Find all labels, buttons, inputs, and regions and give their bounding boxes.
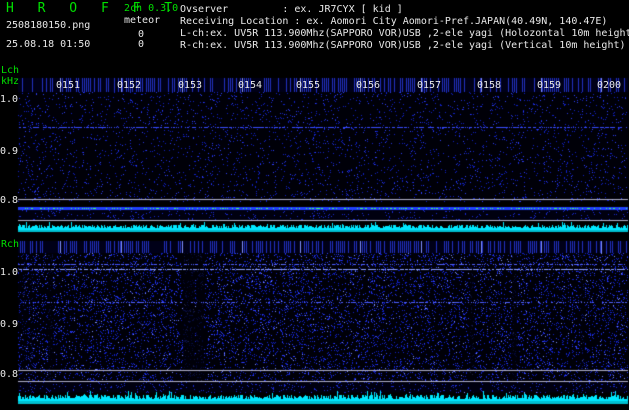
rch-tick-0-8: 0.8 [0, 369, 19, 380]
time-label-0159: 0159 [537, 80, 562, 91]
spectrogram-canvas [0, 0, 629, 410]
observer-line: Ovserver : ex. JR7CYX [ kid ] [180, 4, 403, 15]
lch-tick-1-0: 1.0 [0, 94, 19, 105]
time-label-0200: 0200 [597, 80, 622, 91]
lch-info-line: L-ch:ex. UV5R 113.900Mhz(SAPPORO VOR)USB… [180, 28, 629, 39]
date-time-label: 25.08.18 01:50 [6, 39, 91, 50]
time-label-0158: 0158 [477, 80, 502, 91]
time-label-0153: 0153 [178, 80, 203, 91]
location-line: Receiving Location : ex. Aomori City Aom… [180, 16, 608, 27]
lch-label: Lch [1, 65, 20, 76]
rch-label: Rch [1, 239, 20, 250]
time-label-0152: 0152 [117, 80, 142, 91]
filename-label: 2508180150.png [6, 20, 91, 31]
rch-info-line: R-ch:ex. UV5R 113.900Mhz(SAPPORO VOR)USB… [180, 40, 626, 51]
lch-tick-0-9: 0.9 [0, 146, 19, 157]
mode-title: meteor [124, 15, 161, 26]
time-label-0154: 0154 [238, 80, 263, 91]
time-label-0157: 0157 [417, 80, 442, 91]
khz-label: kHz [1, 76, 20, 87]
rch-tick-1-0: 1.0 [0, 267, 19, 278]
time-label-0156: 0156 [356, 80, 381, 91]
lch-tick-0-8: 0.8 [0, 195, 19, 206]
time-label-0155: 0155 [296, 80, 321, 91]
rch-tick-0-9: 0.9 [0, 319, 19, 330]
time-label-0151: 0151 [56, 80, 81, 91]
count-bottom: 0 [138, 39, 145, 50]
version-label: 2ch 0.3.0 [124, 3, 179, 14]
